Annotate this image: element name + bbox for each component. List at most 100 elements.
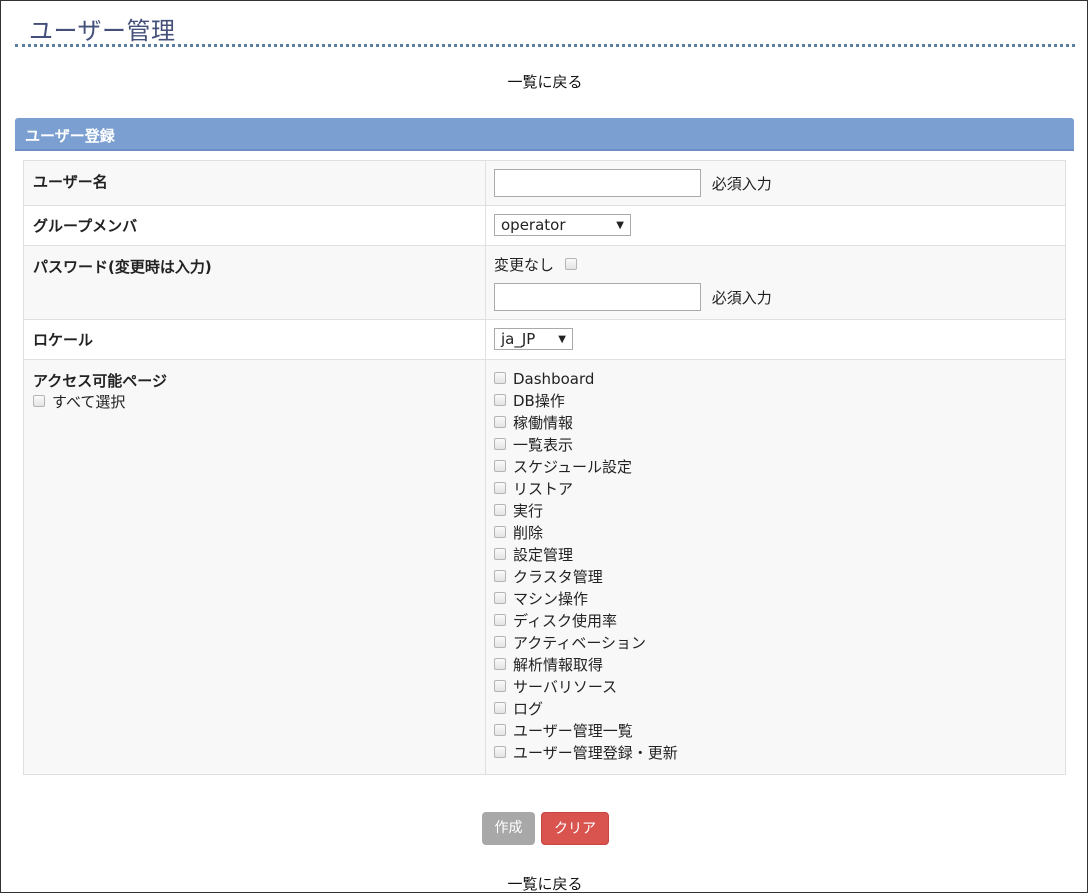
page-item-label: 実行 <box>513 502 544 520</box>
page-item-label: 解析情報取得 <box>513 656 604 674</box>
page-item-label: アクティベーション <box>513 634 647 652</box>
back-to-list-label[interactable]: 一覧に戻る <box>507 875 582 893</box>
group-select[interactable]: operator ▼ <box>494 214 631 236</box>
page-item: 実行 <box>494 500 1057 522</box>
page-item-label: DB操作 <box>513 392 565 410</box>
clear-button[interactable]: クリア <box>541 812 609 845</box>
caret-down-icon: ▼ <box>558 333 566 345</box>
page-checkbox[interactable] <box>494 745 506 758</box>
select-all-label: すべて選択 <box>52 393 126 411</box>
page-checkbox[interactable] <box>494 723 506 736</box>
page-checkbox[interactable] <box>494 657 506 670</box>
page-checkbox[interactable] <box>494 701 506 714</box>
password-label: パスワード(変更時は入力) <box>23 245 486 320</box>
page-checkbox[interactable] <box>494 679 506 692</box>
page-item: 一覧表示 <box>494 434 1057 456</box>
page-item-label: ログ <box>513 700 544 718</box>
page-item: サーバリソース <box>494 676 1057 698</box>
page-item-label: 一覧表示 <box>513 436 574 454</box>
page-item: 設定管理 <box>494 544 1057 566</box>
page-item-label: 設定管理 <box>513 546 574 564</box>
page-checkbox-list: Dashboard DB操作 稼働情報 一覧表示 スケジュール設定 リストア 実… <box>485 359 1066 775</box>
locale-select-value: ja_JP <box>501 330 536 348</box>
page-item: リストア <box>494 478 1057 500</box>
page-item-label: Dashboard <box>513 370 595 388</box>
page-checkbox[interactable] <box>494 371 506 384</box>
page-checkbox[interactable] <box>494 635 506 648</box>
page-checkbox[interactable] <box>494 415 506 428</box>
page-checkbox[interactable] <box>494 503 506 516</box>
group-label: グループメンバ <box>23 205 486 246</box>
row-password: パスワード(変更時は入力) 変更なし 必須入力 <box>23 245 1066 320</box>
locale-label: ロケール <box>23 319 486 360</box>
page-item-label: リストア <box>513 480 574 498</box>
back-to-list-link-bottom[interactable]: 一覧に戻る <box>1 873 1088 894</box>
section-title: ユーザー登録 <box>25 127 115 145</box>
page-item: マシン操作 <box>494 588 1057 610</box>
back-to-list-label[interactable]: 一覧に戻る <box>507 73 582 91</box>
page-item: クラスタ管理 <box>494 566 1057 588</box>
app-frame: ユーザー管理 一覧に戻る ユーザー登録 ユーザー名 必須入力 グループメンバ o… <box>0 0 1088 893</box>
page-item: 削除 <box>494 522 1057 544</box>
user-form-table: ユーザー名 必須入力 グループメンバ operator ▼ パスワード(変更時は… <box>23 160 1066 775</box>
create-button[interactable]: 作成 <box>482 812 535 845</box>
page-checkbox[interactable] <box>494 569 506 582</box>
page-title: ユーザー管理 <box>29 17 176 45</box>
group-select-value: operator <box>501 216 566 234</box>
page-checkbox[interactable] <box>494 481 506 494</box>
page-item-label: ユーザー管理一覧 <box>513 722 633 740</box>
no-change-checkbox[interactable] <box>564 257 577 270</box>
password-cell: 変更なし 必須入力 <box>485 245 1066 320</box>
page-item-label: クラスタ管理 <box>513 568 603 586</box>
page-item-label: ユーザー管理登録・更新 <box>513 744 678 762</box>
page-checkbox[interactable] <box>494 393 506 406</box>
page-item: 稼働情報 <box>494 412 1057 434</box>
clear-button-label: クリア <box>554 821 596 837</box>
row-locale: ロケール ja_JP ▼ <box>23 319 1066 360</box>
page-item: Dashboard <box>494 368 1057 390</box>
page-checkbox[interactable] <box>494 613 506 626</box>
username-cell: 必須入力 <box>485 160 1066 206</box>
page-checkbox[interactable] <box>494 547 506 560</box>
group-cell: operator ▼ <box>485 205 1066 246</box>
page-item: ディスク使用率 <box>494 610 1057 632</box>
username-label: ユーザー名 <box>23 160 486 206</box>
page-item-label: 削除 <box>513 524 544 542</box>
section-header: ユーザー登録 <box>15 118 1074 151</box>
password-input[interactable] <box>494 283 701 311</box>
page-item: アクティベーション <box>494 632 1057 654</box>
page-item: DB操作 <box>494 390 1057 412</box>
page-item-label: マシン操作 <box>513 590 589 608</box>
row-pages: アクセス可能ページ すべて選択 Dashboard DB操作 稼働情報 一覧表示… <box>23 359 1066 775</box>
page-checkbox[interactable] <box>494 591 506 604</box>
pages-cell: アクセス可能ページ すべて選択 <box>23 359 486 775</box>
title-divider <box>15 44 1075 47</box>
password-required-note: 必須入力 <box>711 288 772 307</box>
page-item: ユーザー管理登録・更新 <box>494 742 1057 764</box>
select-all-checkbox[interactable] <box>33 394 45 407</box>
select-all-row: すべて選択 <box>33 391 476 413</box>
no-change-label: 変更なし <box>494 256 555 274</box>
locale-select[interactable]: ja_JP ▼ <box>494 328 573 350</box>
page-checkbox[interactable] <box>494 437 506 450</box>
page-item: スケジュール設定 <box>494 456 1057 478</box>
no-change-row: 変更なし <box>494 254 1057 276</box>
username-required-note: 必須入力 <box>711 174 772 193</box>
row-group: グループメンバ operator ▼ <box>23 205 1066 246</box>
back-to-list-link-top[interactable]: 一覧に戻る <box>1 71 1088 92</box>
page-checkbox[interactable] <box>494 525 506 538</box>
locale-cell: ja_JP ▼ <box>485 319 1066 360</box>
page-item-label: ディスク使用率 <box>513 612 617 630</box>
caret-down-icon: ▼ <box>616 219 624 231</box>
page-item: 解析情報取得 <box>494 654 1057 676</box>
pages-label: アクセス可能ページ <box>33 372 167 390</box>
page-item-label: サーバリソース <box>513 678 618 696</box>
page-item: ユーザー管理一覧 <box>494 720 1057 742</box>
create-button-label: 作成 <box>494 820 523 836</box>
page-item: ログ <box>494 698 1057 720</box>
page-item-label: 稼働情報 <box>513 414 574 432</box>
username-input[interactable] <box>494 169 701 197</box>
row-username: ユーザー名 必須入力 <box>23 160 1066 206</box>
page-checkbox[interactable] <box>494 459 506 472</box>
page-item-label: スケジュール設定 <box>513 458 632 476</box>
